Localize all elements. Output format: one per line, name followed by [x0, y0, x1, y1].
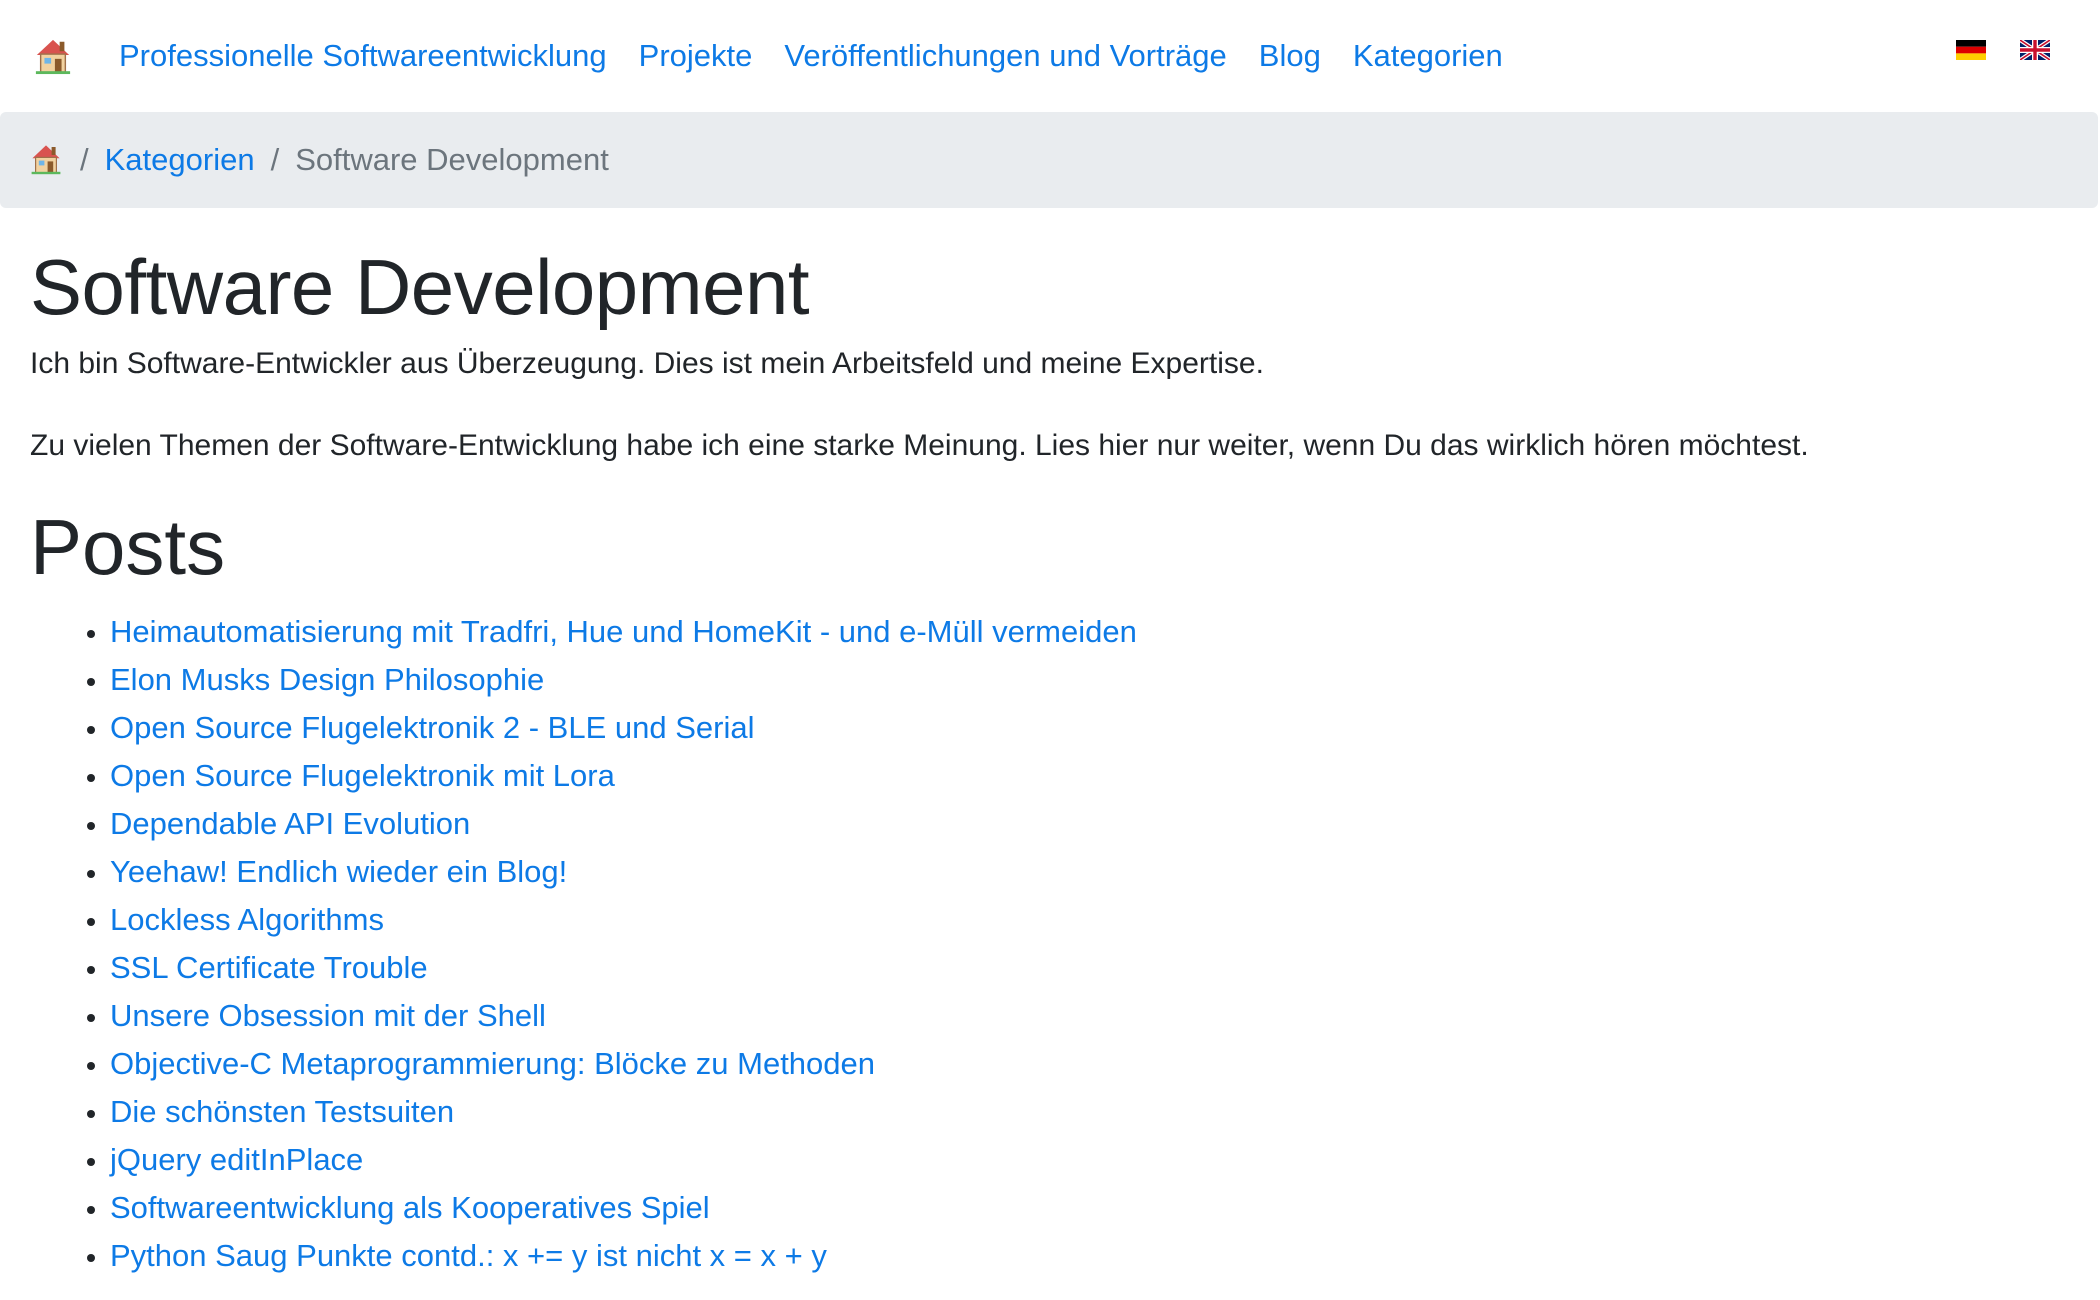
posts-heading: Posts [30, 503, 226, 591]
nav-link-projects[interactable]: Projekte [639, 38, 753, 74]
list-item: Dependable API Evolution [110, 800, 2070, 848]
list-item: Die schönsten Testsuiten [110, 1088, 2070, 1136]
breadcrumb-home[interactable] [30, 143, 64, 177]
list-item: Open Source Flugelektronik mit Lora [110, 752, 2070, 800]
language-switcher [1956, 40, 2050, 60]
list-item: SSL Certificate Trouble [110, 944, 2070, 992]
post-link[interactable]: Dependable API Evolution [110, 806, 470, 841]
post-link[interactable]: Open Source Flugelektronik 2 - BLE und S… [110, 710, 754, 745]
list-item: Softwareentwicklung als Kooperatives Spi… [110, 1184, 2070, 1232]
list-item: Elon Musks Design Philosophie [110, 656, 2070, 704]
german-flag-icon[interactable] [1956, 40, 1986, 60]
post-link[interactable]: Softwareentwicklung als Kooperatives Spi… [110, 1190, 710, 1225]
breadcrumb: / Kategorien / Software Development [0, 112, 2098, 208]
post-link[interactable]: Python Saug Punkte contd.: x += y ist ni… [110, 1238, 827, 1273]
uk-flag-icon[interactable] [2020, 40, 2050, 60]
top-navbar: Professionelle Softwareentwicklung Proje… [0, 0, 2100, 112]
nav-link-blog[interactable]: Blog [1259, 38, 1321, 74]
list-item: Python Saug Punkte contd.: x += y ist ni… [110, 1232, 2070, 1280]
intro-text: Ich bin Software-Entwickler aus Überzeug… [30, 347, 1264, 380]
description-text: Zu vielen Themen der Software-Entwicklun… [30, 429, 1809, 462]
list-item: jQuery editInPlace [110, 1136, 2070, 1184]
post-link[interactable]: Die schönsten Testsuiten [110, 1094, 454, 1129]
post-link[interactable]: Unsere Obsession mit der Shell [110, 998, 546, 1033]
nav-links: Professionelle Softwareentwicklung Proje… [119, 38, 1535, 74]
post-link[interactable]: Objective-C Metaprogrammierung: Blöcke z… [110, 1046, 875, 1081]
post-link[interactable]: jQuery editInPlace [110, 1142, 363, 1177]
breadcrumb-separator: / [270, 142, 280, 177]
list-item: Yeehaw! Endlich wieder ein Blog! [110, 848, 2070, 896]
house-icon [31, 145, 61, 175]
list-item: Heimautomatisierung mit Tradfri, Hue und… [110, 608, 2070, 656]
nav-link-publications[interactable]: Veröffentlichungen und Vorträge [784, 38, 1226, 74]
list-item: Objective-C Metaprogrammierung: Blöcke z… [110, 1040, 2070, 1088]
list-item: Unsere Obsession mit der Shell [110, 992, 2070, 1040]
breadcrumb-categories[interactable]: Kategorien [105, 142, 255, 178]
page-title: Software Development [30, 243, 810, 331]
post-link[interactable]: Lockless Algorithms [110, 902, 384, 937]
breadcrumb-separator: / [80, 142, 89, 177]
breadcrumb-current: Software Development [295, 142, 609, 177]
home-button[interactable] [30, 33, 76, 79]
post-link[interactable]: Elon Musks Design Philosophie [110, 662, 544, 697]
post-link[interactable]: Yeehaw! Endlich wieder ein Blog! [110, 854, 567, 889]
post-link[interactable]: Open Source Flugelektronik mit Lora [110, 758, 615, 793]
house-icon [35, 39, 71, 75]
nav-link-categories[interactable]: Kategorien [1353, 38, 1503, 74]
post-link[interactable]: Heimautomatisierung mit Tradfri, Hue und… [110, 614, 1137, 649]
main-content: Software Development Ich bin Software-En… [0, 248, 2100, 1280]
nav-link-professional[interactable]: Professionelle Softwareentwicklung [119, 38, 607, 74]
list-item: Open Source Flugelektronik 2 - BLE und S… [110, 704, 2070, 752]
list-item: Lockless Algorithms [110, 896, 2070, 944]
posts-list: Heimautomatisierung mit Tradfri, Hue und… [30, 608, 2070, 1280]
post-link[interactable]: SSL Certificate Trouble [110, 950, 428, 985]
